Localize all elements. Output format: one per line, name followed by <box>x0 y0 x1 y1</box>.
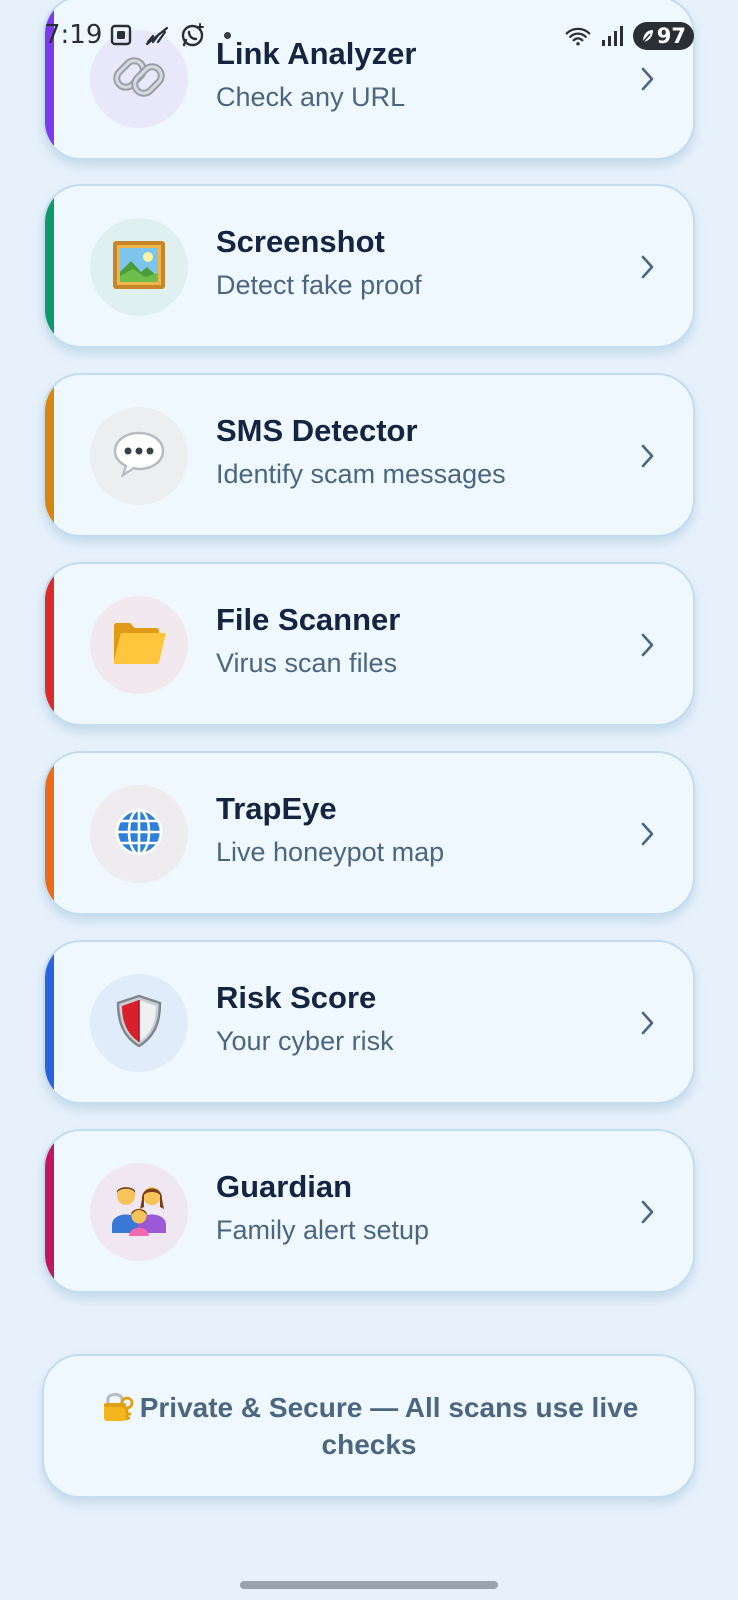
chevron-right-icon <box>641 822 654 846</box>
card-file-scanner[interactable]: File Scanner Virus scan files <box>43 562 695 726</box>
card-risk-score[interactable]: Risk Score Your cyber risk <box>43 940 695 1104</box>
card-subtitle: Virus scan files <box>216 648 398 678</box>
card-screenshot[interactable]: Screenshot Detect fake proof <box>43 184 695 348</box>
card-trapeye[interactable]: TrapEye Live honeypot map <box>43 751 695 915</box>
family-icon <box>109 1183 169 1242</box>
card-title: TrapEye <box>216 791 337 826</box>
chevron-right-icon <box>641 633 654 657</box>
card-accent-bar <box>45 375 54 535</box>
card-subtitle: Detect fake proof <box>216 270 422 300</box>
card-sms-detector[interactable]: SMS Detector Identify scam messages <box>43 373 695 537</box>
privacy-notice-text: Private & Secure — All scans use live ch… <box>84 1389 654 1463</box>
globe-icon <box>113 806 165 863</box>
card-accent-bar <box>45 0 54 158</box>
card-link-analyzer[interactable]: Link Analyzer Check any URL <box>43 0 695 160</box>
link-icon <box>109 47 169 112</box>
card-subtitle: Live honeypot map <box>216 837 445 867</box>
card-accent-bar <box>45 186 54 346</box>
card-icon-circle <box>90 596 188 694</box>
card-icon-circle <box>90 1163 188 1261</box>
speech-bubble-icon <box>112 429 166 484</box>
card-title: SMS Detector <box>216 413 418 448</box>
card-title: Guardian <box>216 1169 353 1204</box>
privacy-notice: Private & Secure — All scans use live ch… <box>42 1354 696 1498</box>
card-subtitle: Check any URL <box>216 82 406 112</box>
folder-icon <box>110 618 168 673</box>
chevron-right-icon <box>641 444 654 468</box>
card-icon-circle <box>90 30 188 128</box>
chevron-right-icon <box>641 1200 654 1224</box>
card-subtitle: Your cyber risk <box>216 1026 394 1056</box>
card-title: File Scanner <box>216 602 401 637</box>
card-accent-bar <box>45 942 54 1102</box>
chevron-right-icon <box>641 255 654 279</box>
chevron-right-icon <box>641 1011 654 1035</box>
card-title: Link Analyzer <box>216 36 417 71</box>
card-accent-bar <box>45 1131 54 1291</box>
privacy-notice-label: Private & Secure — All scans use live ch… <box>139 1392 639 1460</box>
card-title: Risk Score <box>216 980 377 1015</box>
lock-with-key-icon <box>103 1392 134 1421</box>
card-icon-circle <box>90 974 188 1072</box>
card-subtitle: Family alert setup <box>216 1215 430 1245</box>
card-icon-circle <box>90 218 188 316</box>
card-title: Screenshot <box>216 224 385 259</box>
card-accent-bar <box>45 564 54 724</box>
framed-picture-icon <box>111 239 167 296</box>
card-guardian[interactable]: Guardian Family alert setup <box>43 1129 695 1293</box>
card-icon-circle <box>90 785 188 883</box>
app-screen: 7:19 97 Link Analyzer Check any URL Scre… <box>0 0 738 1600</box>
card-subtitle: Identify scam messages <box>216 459 506 489</box>
card-accent-bar <box>45 753 54 913</box>
home-indicator[interactable] <box>240 1581 498 1589</box>
card-icon-circle <box>90 407 188 505</box>
chevron-right-icon <box>641 67 654 91</box>
shield-icon <box>114 993 164 1054</box>
